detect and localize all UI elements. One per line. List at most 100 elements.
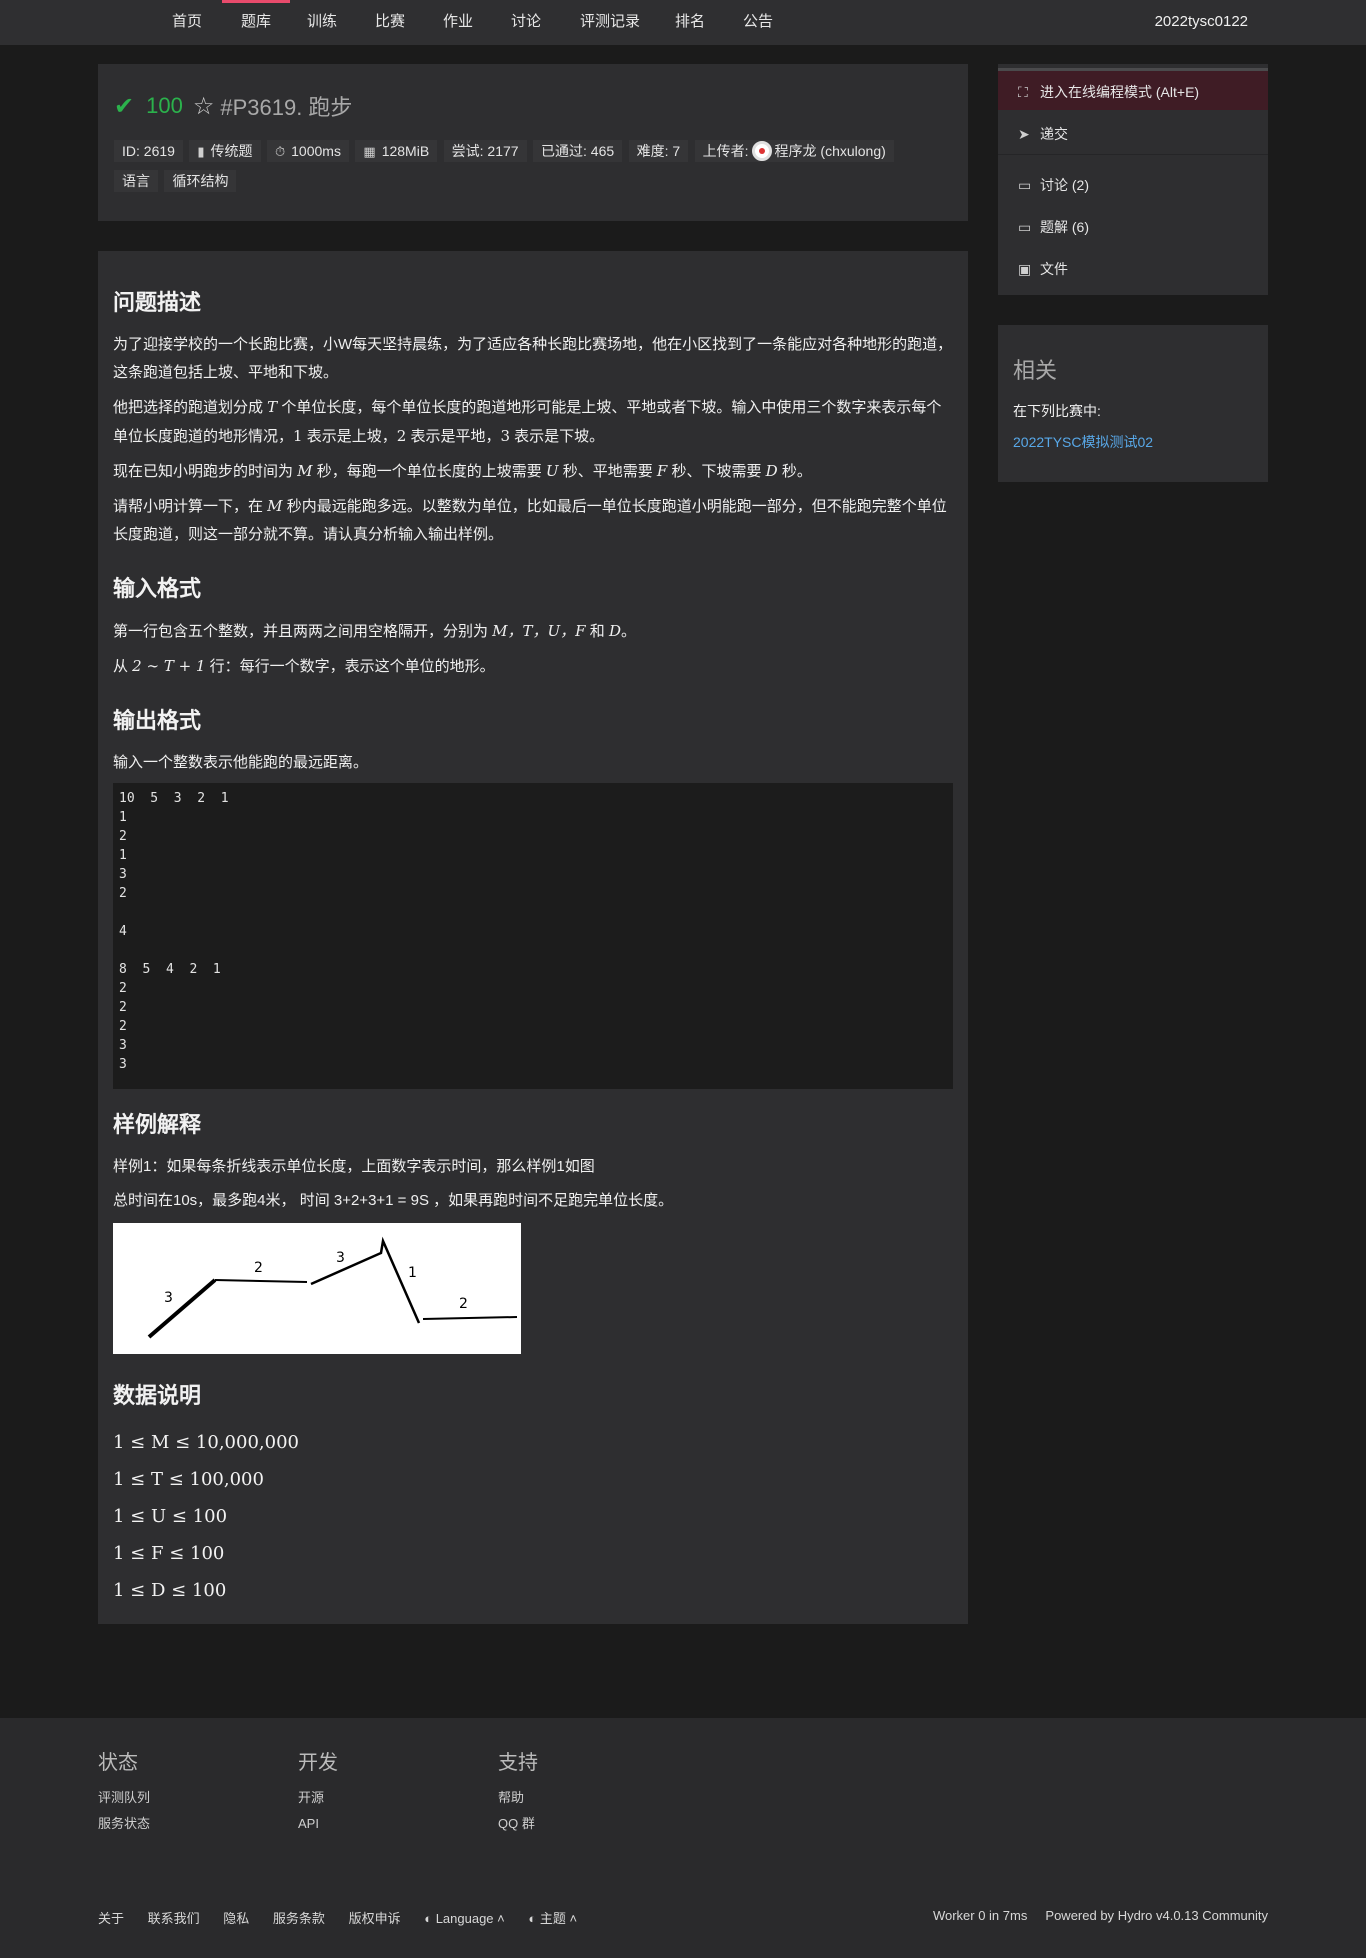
footer-support-column: 支持 帮助 QQ 群 bbox=[498, 1746, 538, 1837]
nav-training[interactable]: 训练 bbox=[305, 0, 339, 45]
footer-link-service-status[interactable]: 服务状态 bbox=[98, 1811, 150, 1837]
sample-code-block[interactable]: 10 5 3 2 1 1 2 1 3 2 4 8 5 4 2 1 2 2 2 3… bbox=[113, 783, 953, 1089]
globe-icon: ◐ bbox=[528, 1911, 537, 1926]
tag-time: ⏱ 1000ms bbox=[267, 140, 349, 162]
explain-paragraph-1: 样例1：如果每条折线表示单位长度，上面数字表示时间，那么样例1如图 bbox=[113, 1158, 595, 1175]
tag-id: ID: 2619 bbox=[114, 140, 183, 162]
desc-paragraph-1: 为了迎接学校的一个长跑比赛，小W每天坚持晨练，为了适应各种长跑比赛场地，他在小区… bbox=[113, 336, 953, 381]
solution-link[interactable]: ▭ 题解 (6) bbox=[998, 206, 1268, 248]
tag-difficulty: 难度: 7 bbox=[628, 140, 689, 162]
chevron-up-icon: ˄ bbox=[497, 1911, 505, 1926]
footer-link-help[interactable]: 帮助 bbox=[498, 1785, 538, 1811]
figure-label-2: 2 bbox=[254, 1260, 263, 1276]
desc-paragraph-2: 他把选择的跑道划分成 T 个单位长度，每个单位长度的跑道地形可能是上坡、平地或者… bbox=[113, 398, 942, 445]
tag-passed: 已通过: 465 bbox=[533, 140, 623, 162]
comment-icon: ▭ bbox=[1018, 219, 1032, 235]
stopwatch-icon: ⏱ bbox=[275, 144, 286, 159]
figure-label-3: 3 bbox=[336, 1250, 345, 1266]
output-heading: 输出格式 bbox=[113, 708, 202, 733]
submit-button[interactable]: ➤ 递交 bbox=[998, 113, 1268, 155]
nav-announcement[interactable]: 公告 bbox=[741, 0, 775, 45]
problem-header: ✔ 100 ☆ #P3619. 跑步 ID: 2619 ▮ 传统题 ⏱ 1000ms… bbox=[98, 64, 968, 221]
nav-home[interactable]: 首页 bbox=[170, 0, 204, 45]
related-text: 在下列比赛中: bbox=[1013, 403, 1101, 419]
nav-records[interactable]: 评测记录 bbox=[578, 0, 642, 45]
input-paragraph-2: 从 2 ∼ T + 1 行：每行一个数字，表示这个单位的地形。 bbox=[113, 657, 495, 675]
figure-label-4: 1 bbox=[408, 1265, 417, 1281]
footer-privacy[interactable]: 隐私 bbox=[223, 1911, 249, 1926]
image-file-icon: ▣ bbox=[1018, 261, 1032, 277]
input-heading: 输入格式 bbox=[113, 576, 202, 601]
language-selector[interactable]: ◐ Language ˄ bbox=[424, 1911, 505, 1926]
figure-label-1: 3 bbox=[164, 1290, 173, 1306]
tag-tries: 尝试: 2177 bbox=[443, 140, 527, 162]
nav-discussion[interactable]: 讨论 bbox=[509, 0, 543, 45]
limit-d: 1 ≤ D ≤ 100 bbox=[113, 1580, 227, 1601]
worker-info: Worker 0 in 7ms bbox=[932, 1908, 1028, 1923]
explain-heading: 样例解释 bbox=[113, 1112, 202, 1137]
limit-u: 1 ≤ U ≤ 100 bbox=[113, 1506, 228, 1527]
tag-loop[interactable]: 循环结构 bbox=[164, 170, 237, 192]
related-title: 相关 bbox=[1013, 358, 1058, 383]
explain-paragraph-2: 总时间在10s，最多跑4米， 时间 3+2+3+1 = 9S ，如果再跑时间不足… bbox=[113, 1192, 674, 1209]
output-paragraph: 输入一个整数表示他能跑的最远距离。 bbox=[113, 754, 369, 771]
footer-link-qq-group[interactable]: QQ 群 bbox=[498, 1811, 538, 1837]
nav-ranking[interactable]: 排名 bbox=[673, 0, 707, 45]
problem-title-row: ✔ 100 ☆ #P3619. 跑步 bbox=[114, 90, 352, 122]
problem-actions: ⛶ 进入在线编程模式 (Alt+E) ➤ 递交 ▭ 讨论 (2) ▭ 题解 (6) ▣ 文… bbox=[998, 64, 1268, 295]
nav-problems[interactable]: 题库 bbox=[222, 0, 290, 45]
desc-paragraph-3: 现在已知小明跑步的时间为 M 秒，每跑一个单位长度的上坡需要 U 秒、平地需要 … bbox=[113, 462, 812, 480]
powered-by-label: Powered by bbox=[1045, 1908, 1115, 1923]
discussion-link[interactable]: ▭ 讨论 (2) bbox=[998, 164, 1268, 206]
footer-link-open-source[interactable]: 开源 bbox=[298, 1785, 338, 1811]
footer-bottom: 关于 联系我们 隐私 服务条款 版权申诉 ◐ Language ˄ ◐ 主题 ˄… bbox=[98, 1908, 1268, 1927]
footer-copyright[interactable]: 版权申诉 bbox=[349, 1911, 401, 1926]
nav-homework[interactable]: 作业 bbox=[441, 0, 475, 45]
star-icon[interactable]: ☆ bbox=[193, 92, 215, 121]
limit-m: 1 ≤ M ≤ 10,000,000 bbox=[113, 1432, 299, 1453]
footer-about[interactable]: 关于 bbox=[98, 1911, 124, 1926]
footer-dev-title: 开发 bbox=[298, 1752, 338, 1774]
tag-language[interactable]: 语言 bbox=[114, 170, 158, 192]
problem-body: 问题描述 为了迎接学校的一个长跑比赛，小W每天坚持晨练，为了适应各种长跑比赛场地… bbox=[98, 251, 968, 1624]
limit-t: 1 ≤ T ≤ 100,000 bbox=[113, 1469, 264, 1490]
footer-link-judge-queue[interactable]: 评测队列 bbox=[98, 1785, 150, 1811]
desc-heading: 问题描述 bbox=[113, 290, 202, 315]
score: 100 bbox=[146, 93, 183, 118]
theme-selector[interactable]: ◐ 主题 ˄ bbox=[528, 1911, 577, 1926]
expand-icon: ⛶ bbox=[1018, 84, 1028, 100]
tag-type: ▮ 传统题 bbox=[189, 140, 261, 162]
footer: 状态 评测队列 服务状态 开发 开源 API 支持 帮助 QQ 群 关于 联系我… bbox=[0, 1718, 1366, 1958]
problem-tags: ID: 2619 ▮ 传统题 ⏱ 1000ms ▦ 128MiB 尝试: 2177 已… bbox=[114, 140, 954, 200]
related-contest-link[interactable]: 2022TYSC模拟测试02 bbox=[1013, 432, 1153, 452]
file-icon: ▮ bbox=[197, 144, 205, 159]
nav-contest[interactable]: 比赛 bbox=[373, 0, 407, 45]
files-link[interactable]: ▣ 文件 bbox=[998, 248, 1268, 290]
limit-f: 1 ≤ F ≤ 100 bbox=[113, 1543, 225, 1564]
tag-uploader[interactable]: 上传者: 程序龙 (chxulong) bbox=[694, 140, 894, 162]
related-panel: 相关 在下列比赛中: 2022TYSC模拟测试02 bbox=[998, 325, 1268, 482]
problem-content: 问题描述 为了迎接学校的一个长跑比赛，小W每天坚持晨练，为了适应各种长跑比赛场地… bbox=[113, 281, 953, 1609]
online-ide-button[interactable]: ⛶ 进入在线编程模式 (Alt+E) bbox=[998, 68, 1268, 110]
footer-link-api[interactable]: API bbox=[298, 1811, 338, 1837]
footer-status-title: 状态 bbox=[98, 1752, 138, 1774]
chevron-up-icon: ˄ bbox=[569, 1911, 578, 1926]
user-menu[interactable]: 2022tysc0122 bbox=[1155, 0, 1248, 44]
desc-paragraph-4: 请帮小明计算一下，在 M 秒内最远能跑多远。以整数为单位，比如最后一单位长度跑道… bbox=[113, 497, 947, 543]
problem-title: #P3619. 跑步 bbox=[220, 95, 353, 120]
globe-icon: ◐ bbox=[424, 1911, 433, 1926]
footer-info: Worker 0 in 7ms Powered by Hydro v4.0.13… bbox=[933, 1908, 1268, 1923]
top-nav: 首页 题库 训练 比赛 作业 讨论 评测记录 排名 公告 2022tysc012… bbox=[0, 0, 1366, 45]
figure-label-5: 2 bbox=[459, 1296, 468, 1312]
footer-contact[interactable]: 联系我们 bbox=[148, 1911, 200, 1926]
sample-figure-image: 3 2 3 1 2 bbox=[113, 1223, 521, 1354]
community-label: Community bbox=[1202, 1908, 1268, 1923]
check-icon: ✔ bbox=[114, 92, 135, 120]
hydro-link[interactable]: Hydro v4.0.13 bbox=[1118, 1908, 1199, 1923]
tag-memory: ▦ 128MiB bbox=[355, 140, 438, 162]
input-paragraph-1: 第一行包含五个整数，并且两两之间用空格隔开，分别为 M，T，U，F 和 D。 bbox=[113, 622, 636, 640]
comment-icon: ▭ bbox=[1018, 177, 1032, 193]
footer-support-title: 支持 bbox=[498, 1752, 538, 1774]
footer-terms[interactable]: 服务条款 bbox=[273, 1911, 325, 1926]
footer-status-column: 状态 评测队列 服务状态 bbox=[98, 1746, 150, 1837]
